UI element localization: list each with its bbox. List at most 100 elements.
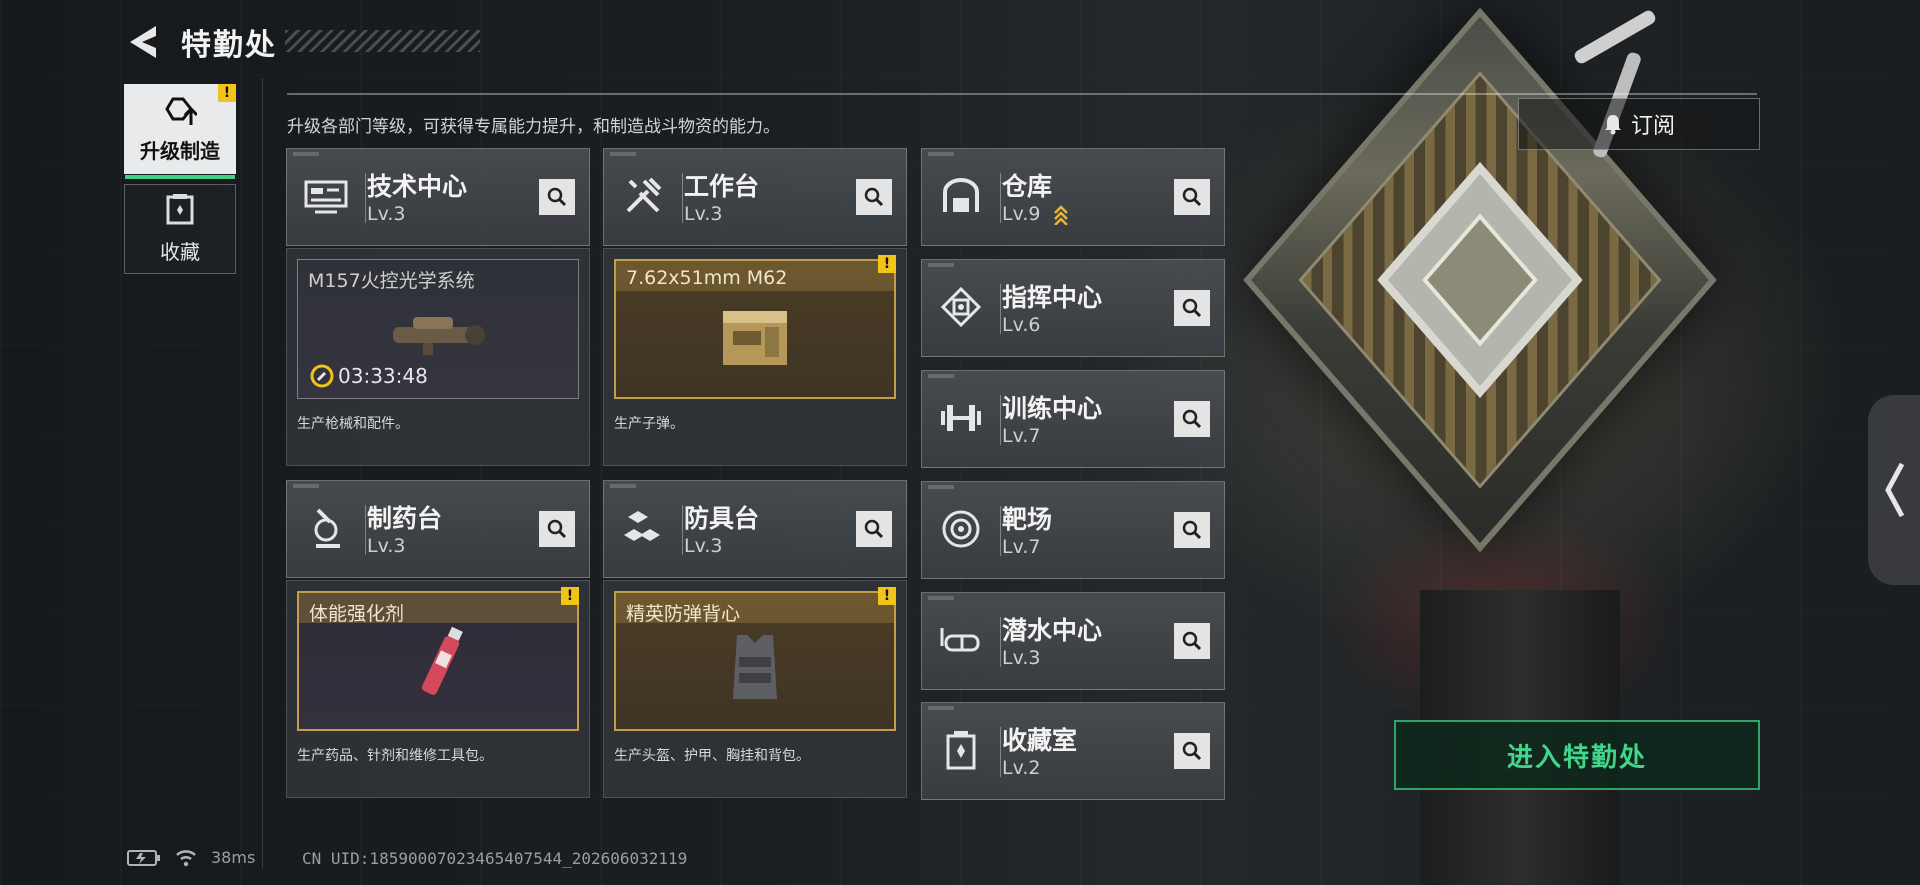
tab-collection-label: 收藏: [160, 239, 200, 264]
item-caption: 生产头盔、护甲、胸挂和背包。: [614, 748, 810, 764]
search-button[interactable]: [1174, 179, 1210, 215]
sidebar-divider: [262, 78, 263, 868]
production-slot-armor-bench[interactable]: 精英防弹背心 ! 生产头盔、护甲、胸挂和背包。: [603, 580, 907, 798]
header-divider: [287, 93, 1757, 95]
facility-name: 制药台: [367, 504, 443, 533]
upgrade-icon: [165, 97, 197, 125]
card-separator: [1000, 727, 1001, 777]
card-decoration: [293, 152, 319, 156]
production-slot-tech-center[interactable]: M157火控光学系统 03:33:48 生产枪械和配件。: [286, 248, 590, 466]
item-frame[interactable]: 体能强化剂: [297, 591, 579, 731]
top-bar: 特勤处: [125, 20, 277, 64]
facility-level: Lv.7: [1002, 536, 1041, 558]
card-decoration: [928, 596, 954, 600]
tab-upgrade-craft-label: 升级制造: [140, 138, 220, 163]
facility-name: 潜水中心: [1002, 616, 1103, 645]
search-icon: [547, 519, 567, 539]
card-decoration: [928, 263, 954, 267]
card-separator: [682, 173, 683, 223]
diving-center-icon: [936, 615, 986, 665]
search-button[interactable]: [856, 179, 892, 215]
vest-item-image: [733, 635, 777, 699]
search-button[interactable]: [1174, 512, 1210, 548]
tech-center-icon: [301, 171, 351, 221]
facility-card-tech-center[interactable]: 技术中心 Lv.3: [286, 148, 590, 246]
card-separator: [1000, 617, 1001, 667]
search-icon: [1182, 741, 1202, 761]
facility-level: Lv.3: [367, 535, 406, 557]
ammo-box-image: [723, 311, 787, 365]
facility-card-training-center[interactable]: 训练中心 Lv.7: [921, 370, 1225, 468]
alert-badge: !: [218, 84, 236, 102]
search-icon: [1182, 409, 1202, 429]
item-frame[interactable]: 7.62x51mm M62: [614, 259, 896, 399]
search-button[interactable]: [1174, 623, 1210, 659]
card-separator: [1000, 284, 1001, 334]
production-slot-workbench[interactable]: 7.62x51mm M62 ! 生产子弹。: [603, 248, 907, 466]
production-slot-pharmacy[interactable]: 体能强化剂 ! 生产药品、针剂和维修工具包。: [286, 580, 590, 798]
item-name: 体能强化剂: [309, 603, 405, 625]
facility-level-row: Lv.9: [1002, 203, 1069, 225]
facility-card-collection-room[interactable]: 收藏室 Lv.2: [921, 702, 1225, 800]
training-center-icon: [936, 393, 986, 443]
warehouse-icon: [936, 171, 986, 221]
search-button[interactable]: [856, 511, 892, 547]
search-icon: [547, 187, 567, 207]
search-icon: [864, 519, 884, 539]
search-button[interactable]: [1174, 401, 1210, 437]
search-icon: [1182, 298, 1202, 318]
subscribe-button[interactable]: 订阅: [1518, 98, 1760, 150]
facility-name: 防具台: [684, 504, 760, 533]
subscribe-label: 订阅: [1630, 114, 1675, 139]
search-button[interactable]: [1174, 290, 1210, 326]
card-decoration: [928, 374, 954, 378]
facility-card-diving-center[interactable]: 潜水中心 Lv.3: [921, 592, 1225, 690]
item-name: 7.62x51mm M62: [626, 267, 788, 289]
search-icon: [864, 187, 884, 207]
pharmacy-icon: [301, 503, 351, 553]
side-drawer-handle[interactable]: [1868, 395, 1920, 585]
page-title: 特勤处: [181, 28, 277, 63]
search-button[interactable]: [539, 511, 575, 547]
shooting-range-icon: [936, 504, 986, 554]
search-icon: [1182, 520, 1202, 540]
timer-text: 03:33:48: [338, 364, 428, 388]
search-icon: [1182, 631, 1202, 651]
search-button[interactable]: [1174, 733, 1210, 769]
enter-facility-button[interactable]: 进入特勤处: [1394, 720, 1760, 790]
facility-card-pharmacy[interactable]: 制药台 Lv.3: [286, 480, 590, 578]
facility-card-warehouse[interactable]: 仓库 Lv.9: [921, 148, 1225, 246]
item-frame[interactable]: 精英防弹背心: [614, 591, 896, 731]
item-caption: 生产枪械和配件。: [297, 416, 409, 432]
ping-text: 38ms: [211, 848, 256, 867]
facility-card-workbench[interactable]: 工作台 Lv.3: [603, 148, 907, 246]
facility-name: 仓库: [1002, 172, 1053, 201]
facility-card-command-center[interactable]: 指挥中心 Lv.6: [921, 259, 1225, 357]
tab-collection[interactable]: 收藏: [124, 184, 236, 274]
user-uid: CN UID:18590007023465407544_202606032119: [302, 849, 688, 868]
facility-name: 训练中心: [1002, 394, 1103, 423]
page-description: 升级各部门等级，可获得专属能力提升，和制造战斗物资的能力。: [287, 117, 780, 137]
workbench-icon: [618, 171, 668, 221]
item-frame[interactable]: M157火控光学系统 03:33:48: [297, 259, 579, 399]
facility-level: Lv.3: [684, 535, 723, 557]
card-decoration: [928, 706, 954, 710]
card-separator: [682, 505, 683, 555]
card-decoration: [293, 484, 319, 488]
facility-level: Lv.6: [1002, 314, 1041, 336]
wifi-icon: [176, 849, 196, 866]
production-timer: 03:33:48: [310, 364, 428, 388]
upgrade-available-icon: [1053, 204, 1068, 225]
back-button[interactable]: [125, 22, 161, 62]
card-separator: [365, 505, 366, 555]
facility-card-shooting-range[interactable]: 靶场 Lv.7: [921, 481, 1225, 579]
card-separator: [1000, 395, 1001, 445]
item-caption: 生产子弹。: [614, 416, 684, 432]
facility-card-armor-bench[interactable]: 防具台 Lv.3: [603, 480, 907, 578]
chevron-left-icon: [1885, 462, 1905, 518]
scope-item-image: [393, 317, 485, 355]
bell-icon: [1604, 115, 1621, 135]
search-button[interactable]: [539, 179, 575, 215]
alert-badge: !: [878, 255, 896, 273]
item-name: 精英防弹背心: [626, 603, 741, 625]
